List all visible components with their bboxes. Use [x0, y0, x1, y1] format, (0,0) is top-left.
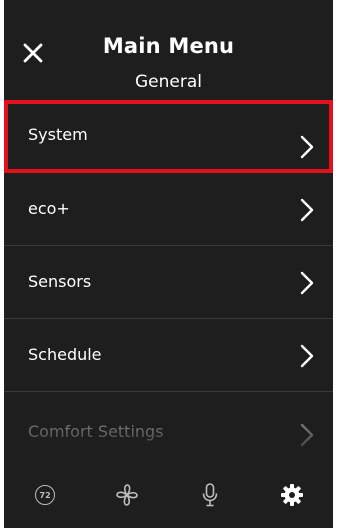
settings-button[interactable]	[270, 473, 314, 517]
chevron-right-icon	[300, 271, 314, 295]
menu-header: Main Menu General	[4, 0, 333, 100]
voice-button[interactable]	[188, 473, 232, 517]
menu-item-schedule[interactable]: Schedule	[4, 319, 333, 392]
menu-item-system[interactable]: System	[4, 100, 333, 173]
menu-item-comfort-settings[interactable]: Comfort Settings	[4, 392, 333, 465]
main-menu-list: System eco+ Sensors Schedule Comfort Set…	[4, 100, 333, 465]
home-temperature-button[interactable]: 72	[23, 473, 67, 517]
chevron-right-icon	[300, 423, 314, 447]
menu-item-label: eco+	[28, 199, 70, 218]
fan-button[interactable]	[105, 473, 149, 517]
microphone-icon	[202, 483, 217, 507]
chevron-right-icon	[300, 344, 314, 368]
thermostat-temp-icon: 72	[35, 485, 56, 505]
chevron-right-icon	[300, 198, 314, 222]
temperature-value: 72	[39, 490, 51, 500]
page-subtitle: General	[135, 72, 202, 92]
menu-item-sensors[interactable]: Sensors	[4, 246, 333, 319]
page-title: Main Menu	[102, 34, 235, 58]
chevron-right-icon	[300, 135, 314, 159]
menu-item-label: Comfort Settings	[28, 422, 164, 441]
gear-icon	[280, 484, 303, 506]
fan-icon	[116, 484, 139, 506]
menu-item-label: Schedule	[28, 345, 102, 364]
menu-item-label: Sensors	[28, 272, 92, 291]
thermostat-screen: Main Menu General System eco+ Sensors Sc…	[4, 0, 333, 528]
menu-item-eco-plus[interactable]: eco+	[4, 173, 333, 246]
bottom-nav-bar: 72	[4, 462, 333, 528]
menu-item-label: System	[28, 125, 88, 144]
